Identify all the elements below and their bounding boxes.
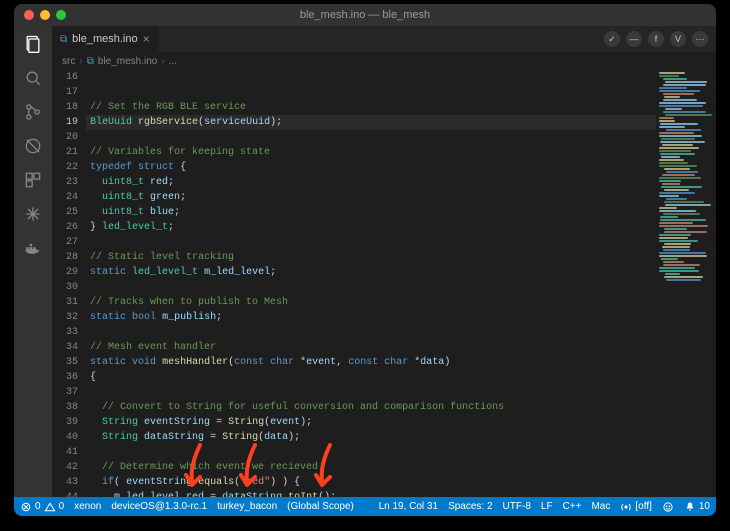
titlebar: ble_mesh.ino — ble_mesh — [14, 4, 716, 26]
chevron-right-icon: › — [79, 56, 82, 67]
particle-icon[interactable] — [23, 204, 43, 224]
file-icon: ⧉ — [87, 56, 94, 67]
status-platform[interactable]: Mac — [591, 501, 610, 513]
status-encoding[interactable]: UTF-8 — [503, 501, 531, 513]
extensions-icon[interactable] — [23, 170, 43, 190]
source-control-icon[interactable] — [23, 102, 43, 122]
search-icon[interactable] — [23, 68, 43, 88]
status-deviceos[interactable]: deviceOS@1.3.0-rc.1 — [111, 501, 207, 512]
status-bar: 0 0 xenon deviceOS@1.3.0-rc.1 turkey_bac… — [14, 497, 716, 516]
chevron-right-icon: › — [161, 56, 164, 67]
editor-group: ⧉ ble_mesh.ino × ✓ — f V ⋯ src › ⧉ ble_m… — [52, 26, 716, 497]
action-dash-icon[interactable]: — — [626, 31, 642, 47]
status-notifications[interactable]: 10 — [684, 501, 710, 513]
action-more-icon[interactable]: ⋯ — [692, 31, 708, 47]
window-title: ble_mesh.ino — ble_mesh — [14, 9, 716, 21]
status-problems[interactable]: 0 0 — [20, 501, 64, 513]
docker-icon[interactable] — [23, 238, 43, 258]
workbench: ⧉ ble_mesh.ino × ✓ — f V ⋯ src › ⧉ ble_m… — [14, 26, 716, 497]
file-icon: ⧉ — [60, 34, 67, 45]
status-indent[interactable]: Spaces: 2 — [448, 501, 492, 513]
editor-window: ble_mesh.ino — ble_mesh ⧉ ble_mesh.ino ×… — [14, 4, 716, 516]
debug-icon[interactable] — [23, 136, 43, 156]
status-device-name[interactable]: turkey_bacon — [217, 501, 277, 512]
editor[interactable]: 1617181920212223242526272829303132333435… — [52, 70, 716, 497]
status-device[interactable]: xenon — [74, 501, 101, 512]
smiley-icon — [662, 501, 674, 513]
tab-ble-mesh[interactable]: ⧉ ble_mesh.ino × — [52, 26, 159, 52]
activity-bar — [14, 26, 52, 497]
minimap[interactable] — [656, 70, 716, 497]
status-feedback[interactable] — [662, 501, 674, 513]
broadcast-icon — [620, 501, 632, 513]
breadcrumb[interactable]: src › ⧉ ble_mesh.ino › ... — [52, 52, 716, 70]
status-cursor[interactable]: Ln 19, Col 31 — [379, 501, 439, 513]
warning-icon — [44, 501, 56, 513]
tab-actions: ✓ — f V ⋯ — [604, 26, 716, 52]
status-language[interactable]: C++ — [563, 501, 582, 513]
action-check-icon[interactable]: ✓ — [604, 31, 620, 47]
close-icon[interactable]: × — [143, 32, 150, 46]
status-scope[interactable]: (Global Scope) — [287, 501, 354, 512]
code-area[interactable]: // Set the RGB BLE service BleUuid rgbSe… — [86, 70, 656, 497]
error-icon — [20, 501, 32, 513]
action-f-icon[interactable]: f — [648, 31, 664, 47]
crumb-more[interactable]: ... — [169, 56, 177, 67]
status-telemetry[interactable]: [off] — [620, 501, 652, 513]
tab-bar: ⧉ ble_mesh.ino × ✓ — f V ⋯ — [52, 26, 716, 52]
crumb-file[interactable]: ble_mesh.ino — [98, 56, 157, 67]
bell-icon — [684, 501, 696, 513]
crumb-src[interactable]: src — [62, 56, 75, 67]
explorer-icon[interactable] — [23, 34, 43, 54]
action-v-icon[interactable]: V — [670, 31, 686, 47]
line-numbers: 1617181920212223242526272829303132333435… — [52, 70, 86, 497]
tab-label: ble_mesh.ino — [72, 33, 137, 45]
status-eol[interactable]: LF — [541, 501, 553, 513]
